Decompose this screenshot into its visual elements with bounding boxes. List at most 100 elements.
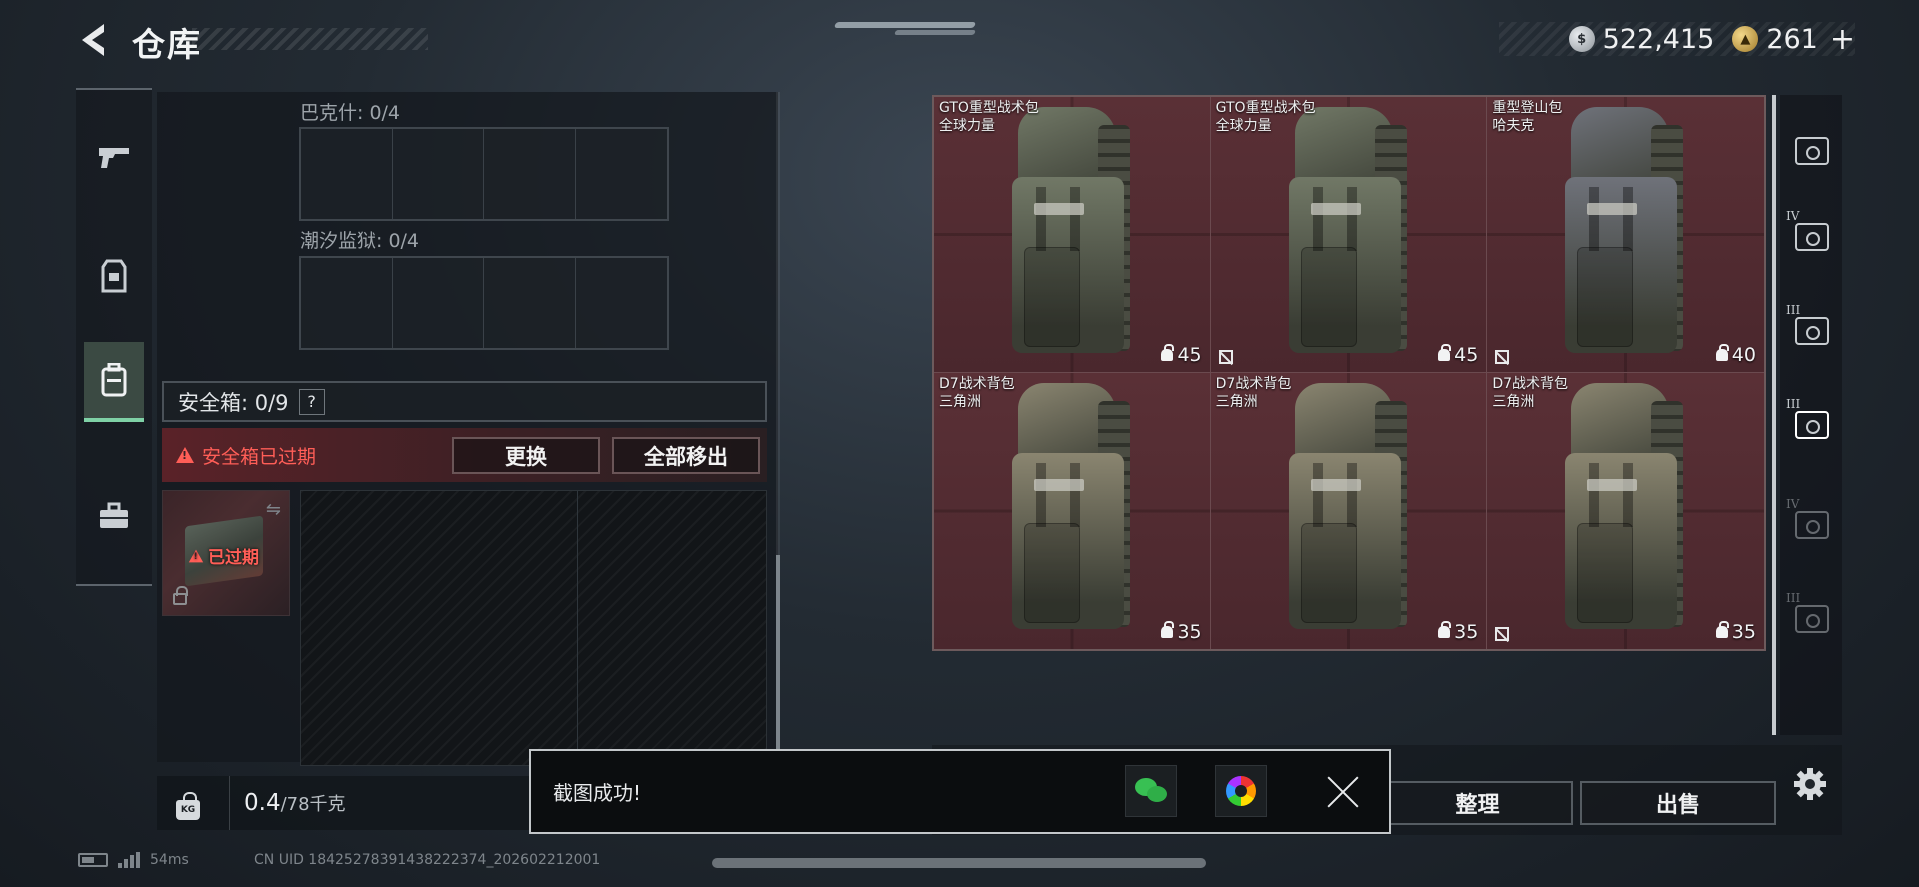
item-name: D7战术背包 三角洲 [1215,376,1292,410]
capacity-icon [1715,344,1729,361]
section-slot-grid[interactable] [299,127,669,221]
ping-readout: 54ms [150,852,189,868]
no-sale-icon [1495,350,1510,364]
slot[interactable] [393,129,484,219]
close-icon[interactable] [1324,773,1362,811]
case-slot-icon[interactable]: IV [1786,497,1832,545]
expired-tag: 已过期 [187,543,259,568]
inventory-item[interactable]: D7战术背包 三角洲 35 [1487,373,1764,649]
warning-icon [188,549,204,562]
backpack-image [1565,383,1685,645]
slot[interactable] [301,129,393,219]
home-indicator[interactable] [712,858,1206,868]
backpack-icon [101,363,127,397]
rail-item-containers[interactable] [84,342,144,422]
help-button[interactable]: ? [298,388,325,415]
expired-warning: 安全箱已过期 [176,442,316,469]
safe-box-grid[interactable] [300,490,767,766]
gold-coin-icon: ▲ [1732,26,1759,52]
capacity-icon [1438,344,1452,361]
slot[interactable] [484,129,576,219]
grid-divider [577,491,578,765]
weight-current: 0.4 [244,790,281,816]
currency-gold: ▲ 261 + [1732,22,1855,57]
capacity-badge: 45 [1438,344,1478,366]
safe-box-title: 安全箱: 0/9 [178,390,289,415]
inventory-item[interactable]: GTO重型战术包 全球力量 45 [1210,97,1488,373]
photos-share-button[interactable] [1215,765,1267,817]
pistol-icon [99,148,129,168]
weight-bar: KG 0.4/78千克 [157,776,537,830]
rail-item-armor[interactable] [76,236,152,316]
category-rail [76,88,152,586]
currency-gold-value: 261 [1766,23,1818,55]
wechat-icon [1135,778,1167,804]
slot[interactable] [301,258,393,348]
no-sale-icon [1495,627,1510,641]
uid-text: CN UID 18425278391438222374_202602212001 [254,852,601,868]
storage-scrollbar-thumb[interactable] [776,555,780,755]
screenshot-toast: 截图成功! [529,749,1391,834]
capacity-badge: 35 [1715,621,1756,643]
inventory-item[interactable]: GTO重型战术包 全球力量 45 [934,97,1211,373]
silver-coin-icon: $ [1568,26,1595,52]
backpack-image [1012,383,1132,645]
item-name: 重型登山包 哈夫克 [1492,100,1563,134]
backpack-image [1565,107,1685,369]
move-all-out-button[interactable]: 全部移出 [612,437,760,474]
toolbox-icon [100,502,128,528]
section-label: 潮汐监狱: 0/4 [300,230,420,252]
slot[interactable] [576,129,668,219]
page-title: 仓库 [132,25,202,64]
case-slot-icon[interactable]: III [1786,303,1832,351]
case-slot-icon[interactable]: IV [1786,209,1832,257]
expired-tag-label: 已过期 [208,548,259,568]
helmet-slot-icon[interactable] [1792,131,1832,171]
vest-icon [101,259,127,293]
warning-icon [176,447,194,463]
back-arrow-icon[interactable] [74,20,114,60]
currency-silver: $ 522,415 [1568,24,1714,55]
slot[interactable] [484,258,576,348]
inventory-item[interactable]: D7战术背包 三角洲 35 [1210,373,1488,649]
sort-button[interactable]: 整理 [1382,781,1573,825]
section-label: 巴克什: 0/4 [300,102,401,124]
inventory-item[interactable]: 重型登山包 哈夫克 40 [1487,97,1764,373]
gear-icon[interactable] [1792,766,1828,802]
expired-message: 安全箱已过期 [202,445,317,468]
container-slot-icon[interactable]: III [1786,591,1832,639]
replace-button[interactable]: 更换 [452,437,600,474]
capacity-badge: 45 [1161,344,1202,366]
section-slot-grid[interactable] [299,256,669,350]
rail-item-supplies[interactable] [76,476,152,556]
currency-bar: $ 522,415 ▲ 261 + [1498,22,1855,57]
inventory-scrollbar[interactable] [1772,95,1776,735]
weight-max: /78千克 [280,794,346,815]
safe-box-item[interactable]: ⇋ 已过期 [162,490,290,616]
no-sale-icon [1218,350,1233,364]
aperture-icon [1226,776,1256,806]
backpack-image [1012,107,1132,369]
slot[interactable] [393,258,484,348]
item-name: GTO重型战术包 全球力量 [1215,100,1316,134]
container-slot-icon[interactable]: III [1786,397,1832,445]
safe-box-expired-bar: 安全箱已过期 更换 全部移出 [162,428,767,482]
capacity-icon [1161,621,1175,638]
swap-icon: ⇋ [265,499,281,520]
wechat-share-button[interactable] [1125,765,1177,817]
backpack-image [1288,383,1409,645]
status-bar: 54ms [78,852,189,868]
capacity-icon [1161,344,1175,361]
capacity-badge: 40 [1715,344,1756,366]
capacity-badge: 35 [1438,621,1478,643]
inventory-item[interactable]: D7战术背包 三角洲 35 [934,373,1211,649]
capacity-icon [1715,621,1729,638]
signal-icon [118,852,140,868]
lock-icon [173,586,188,605]
add-currency-button[interactable]: + [1830,22,1855,57]
weight-readout: 0.4/78千克 [229,776,346,830]
sell-button[interactable]: 出售 [1580,781,1776,825]
slot[interactable] [576,258,668,348]
rail-item-weapons[interactable] [76,116,152,196]
item-name: D7战术背包 三角洲 [1492,376,1569,410]
